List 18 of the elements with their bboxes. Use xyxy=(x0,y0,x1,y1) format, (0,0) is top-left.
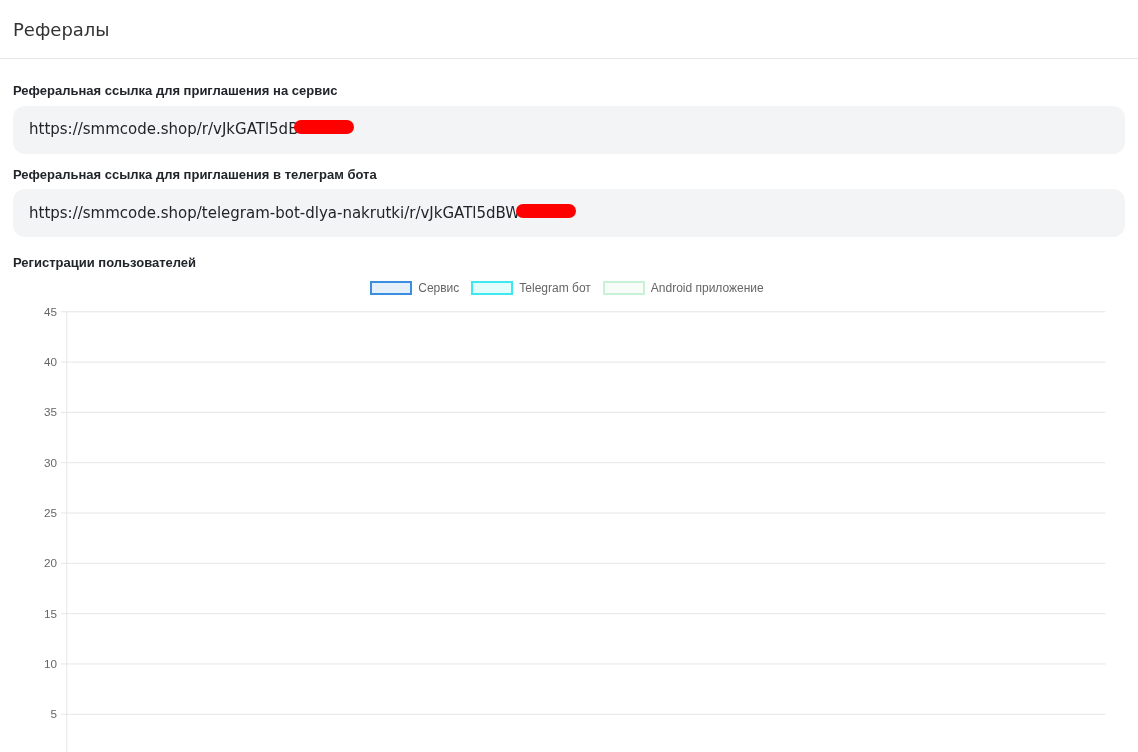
y-tick-label: 15 xyxy=(43,606,57,620)
y-tick-label: 35 xyxy=(43,404,57,418)
page-title: Рефералы xyxy=(13,17,110,42)
chart-title: Регистрации пользователей xyxy=(13,254,198,272)
y-tick-label: 30 xyxy=(43,455,57,469)
y-tick-label: 20 xyxy=(43,555,57,569)
legend-label[interactable]: Сервис xyxy=(418,278,460,297)
y-tick-label: 5 xyxy=(50,706,57,720)
field-label: Реферальная ссылка для приглашения на сервис xyxy=(13,82,339,100)
y-tick-label: 25 xyxy=(43,505,57,519)
legend-label[interactable]: Android приложение xyxy=(650,278,764,297)
y-tick-label: 40 xyxy=(43,354,57,368)
field-label: Реферальная ссылка для приглашения в телеграм бота xyxy=(13,165,378,184)
y-tick-label: 45 xyxy=(43,304,57,318)
link-field[interactable]: https://smmcode.shop/r/vJkGATl5dB xyxy=(13,105,1125,154)
link-field[interactable]: https://smmcode.shop/telegram-bot-dlya-nakrutki/r/vJkGATl5dBW xyxy=(13,189,1125,237)
legend-label[interactable]: Telegram бот xyxy=(519,278,591,297)
y-tick-label: 10 xyxy=(43,656,57,670)
